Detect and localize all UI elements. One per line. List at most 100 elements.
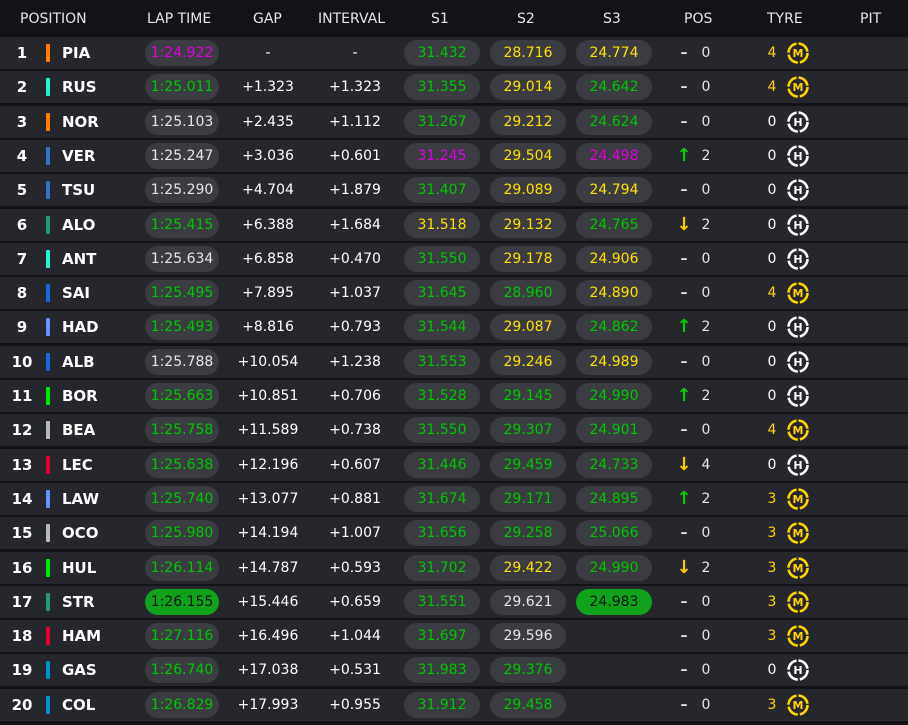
driver-code: HUL <box>62 558 97 577</box>
table-row[interactable]: 8 SAI 1:25.495 +7.895 +1.037 31.645 28.960 24.8… <box>0 277 908 310</box>
table-row[interactable]: 4 VER 1:25.247 +3.036 +0.601 31.245 29.504 24.4… <box>0 139 908 172</box>
sector-1-time: 31.267 <box>404 108 480 135</box>
gap-value: +2.435 <box>242 113 294 130</box>
table-row[interactable]: 17 STR 1:26.155 +15.446 +0.659 31.551 29.621 24… <box>0 585 908 618</box>
header-pit[interactable]: PIT <box>860 11 881 27</box>
tyre-age: 0 <box>767 662 777 679</box>
team-color-bar <box>46 661 50 680</box>
svg-text:M: M <box>793 287 804 300</box>
tyre-age: 0 <box>767 388 777 404</box>
sector-1-time: 31.518 <box>404 211 480 238</box>
medium-tyre-icon: M <box>786 41 810 65</box>
gap-value: +14.787 <box>237 559 299 576</box>
interval-value: +1.879 <box>329 182 381 199</box>
lap-time: 1:26.155 <box>145 588 219 615</box>
header-interval[interactable]: INTERVAL <box>318 11 385 27</box>
medium-tyre-icon: M <box>786 487 810 511</box>
lap-time: 1:26.829 <box>145 691 219 718</box>
lap-time: 1:26.740 <box>145 657 219 684</box>
position-change: 0 <box>701 696 711 713</box>
lap-time: 1:25.634 <box>145 245 219 272</box>
driver-code: BOR <box>62 387 98 405</box>
table-row[interactable]: 3 NOR 1:25.103 +2.435 +1.112 31.267 29.212 24.6… <box>0 105 908 138</box>
sector-1-time: 31.983 <box>404 657 480 684</box>
lap-time: 1:25.247 <box>145 142 219 169</box>
hard-tyre-icon: H <box>786 658 810 682</box>
table-row[interactable]: 16 HUL 1:26.114 +14.787 +0.593 31.702 29.422 24… <box>0 551 908 584</box>
tyre-age: 4 <box>767 79 777 96</box>
hard-tyre-icon: H <box>786 178 810 202</box>
driver-code: TSU <box>62 181 96 200</box>
header-tyre[interactable]: TYRE <box>767 11 803 27</box>
table-row[interactable]: 6 ALO 1:25.415 +6.388 +1.684 31.518 29.132 24.7… <box>0 208 908 241</box>
table-row[interactable]: 20 COL 1:26.829 +17.993 +0.955 31.912 29.458 –0… <box>0 688 908 721</box>
interval-value: +0.706 <box>329 388 381 404</box>
lap-time: 1:26.114 <box>145 554 219 581</box>
header-position[interactable]: POSITION <box>20 11 87 27</box>
svg-text:H: H <box>793 665 802 678</box>
tyre-age: 3 <box>767 696 777 713</box>
no-change-icon: – <box>680 628 688 645</box>
position-number: 3 <box>16 112 28 131</box>
position-number: 16 <box>11 558 33 577</box>
gap-value: +13.077 <box>237 490 299 507</box>
header-pos[interactable]: POS <box>684 11 712 27</box>
position-number: 19 <box>11 661 33 680</box>
position-change: 2 <box>701 319 711 336</box>
sector-1-time: 31.446 <box>404 451 480 478</box>
sector-1-time: 31.645 <box>404 280 480 307</box>
table-row[interactable]: 13 LEC 1:25.638 +12.196 +0.607 31.446 29.459 24… <box>0 448 908 481</box>
lap-time: 1:25.495 <box>145 280 219 307</box>
team-color-bar <box>46 318 50 337</box>
table-row[interactable]: 14 LAW 1:25.740 +13.077 +0.881 31.674 29.171 24… <box>0 482 908 515</box>
gap-value: +10.054 <box>237 353 299 370</box>
header-s2[interactable]: S2 <box>517 11 535 27</box>
sector-2-time: 29.596 <box>490 623 566 650</box>
interval-value: +0.607 <box>329 456 381 473</box>
team-color-bar <box>46 215 50 234</box>
position-change: 0 <box>701 593 711 610</box>
lap-time: 1:25.415 <box>145 211 219 238</box>
svg-text:H: H <box>793 150 802 163</box>
table-row[interactable]: 5 TSU 1:25.290 +4.704 +1.879 31.407 29.089 24.7… <box>0 174 908 207</box>
hard-tyre-icon: H <box>786 213 810 237</box>
header-s3[interactable]: S3 <box>603 11 621 27</box>
table-row[interactable]: 7 ANT 1:25.634 +6.858 +0.470 31.550 29.178 24.9… <box>0 242 908 275</box>
header-gap[interactable]: GAP <box>253 11 282 27</box>
header-s1[interactable]: S1 <box>431 11 449 27</box>
position-change: 0 <box>701 422 711 439</box>
tyre-age: 0 <box>767 250 777 267</box>
table-row[interactable]: 1 PIA 1:24.922 - - 31.432 28.716 24.774 –0 4 M <box>0 37 908 69</box>
no-change-icon: – <box>680 593 688 610</box>
arrow-up-icon: ↑ <box>676 316 692 338</box>
table-row[interactable]: 11 BOR 1:25.663 +10.851 +0.706 31.528 29.145 24… <box>0 380 908 412</box>
svg-text:H: H <box>793 356 802 369</box>
position-number: 18 <box>11 627 33 646</box>
lap-time: 1:25.740 <box>145 485 219 512</box>
table-row[interactable]: 12 BEA 1:25.758 +11.589 +0.738 31.550 29.307 24… <box>0 414 908 447</box>
table-row[interactable]: 9 HAD 1:25.493 +8.816 +0.793 31.544 29.087 24.8… <box>0 311 908 344</box>
sector-3-time: 24.774 <box>576 40 652 66</box>
table-row[interactable]: 2 RUS 1:25.011 +1.323 +1.323 31.355 29.014 24.6… <box>0 71 908 104</box>
position-number: 1 <box>16 44 28 62</box>
driver-code: NOR <box>62 112 99 131</box>
table-row[interactable]: 18 HAM 1:27.116 +16.496 +1.044 31.697 29.596 –0… <box>0 620 908 653</box>
sector-2-time: 29.145 <box>490 383 566 409</box>
gap-value: +17.993 <box>237 696 299 713</box>
table-row[interactable]: 19 GAS 1:26.740 +17.038 +0.531 31.983 29.376–0… <box>0 654 908 687</box>
sector-1-time: 31.550 <box>404 417 480 444</box>
sector-3-time: 24.794 <box>576 177 652 204</box>
lap-time: 1:25.980 <box>145 520 219 547</box>
sector-3-time: 24.901 <box>576 417 652 444</box>
driver-code: SAI <box>62 284 90 303</box>
interval-value: +1.044 <box>329 628 381 645</box>
lap-time: 1:25.788 <box>145 348 219 375</box>
sector-3-time: 24.895 <box>576 485 652 512</box>
medium-tyre-icon: M <box>786 693 810 717</box>
table-row[interactable]: 10 ALB 1:25.788 +10.054 +1.238 31.553 29.246 24… <box>0 345 908 378</box>
header-lap-time[interactable]: LAP TIME <box>147 11 211 27</box>
table-row[interactable]: 15 OCO 1:25.980 +14.194 +1.007 31.656 29.258 25… <box>0 517 908 550</box>
medium-tyre-icon: M <box>786 521 810 545</box>
driver-code: GAS <box>62 661 97 680</box>
sector-2-time: 29.621 <box>490 588 566 615</box>
